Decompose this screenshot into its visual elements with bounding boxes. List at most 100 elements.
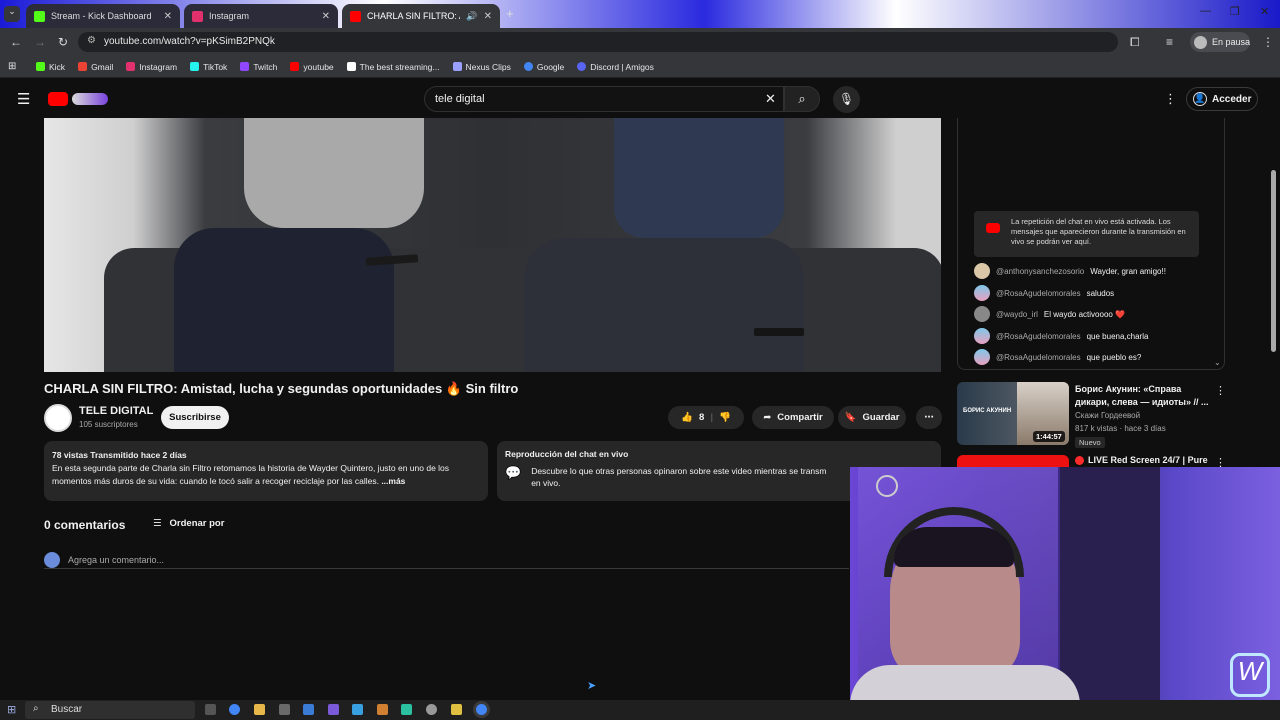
settings-dots-icon[interactable]: ⋮: [1164, 91, 1177, 107]
chat-author[interactable]: @RosaAgudelomorales: [996, 289, 1081, 298]
search-button[interactable]: ⌕: [784, 86, 820, 112]
reload-icon[interactable]: ↻: [58, 35, 68, 49]
subscribe-button[interactable]: Suscribirse: [161, 406, 229, 429]
chat-message: @RosaAgudelomorales que buena,charla: [974, 328, 1148, 344]
search-input[interactable]: tele digital ✕: [424, 86, 784, 112]
chat-author[interactable]: @RosaAgudelomorales: [996, 332, 1081, 341]
thumbs-down-icon[interactable]: 👎: [719, 412, 731, 423]
phone-on-couch-2: [754, 328, 804, 336]
clear-search-icon[interactable]: ✕: [765, 91, 776, 107]
recommendation-thumbnail[interactable]: БОРИС АКУНИН 1:44:57: [957, 382, 1069, 445]
show-more-link[interactable]: ...más: [381, 476, 405, 486]
app-icon[interactable]: [303, 704, 314, 715]
close-window-icon[interactable]: ✕: [1260, 5, 1269, 18]
chat-author[interactable]: @waydo_irl: [996, 310, 1038, 319]
kick-icon: [36, 62, 45, 71]
bookmark-gmail[interactable]: Gmail: [78, 62, 113, 72]
bookmark-instagram[interactable]: Instagram: [126, 62, 177, 72]
avatar: [974, 349, 990, 365]
video-player[interactable]: [44, 118, 941, 372]
extensions-icon[interactable]: ⧠: [1130, 35, 1140, 50]
taskbar-search-label: Buscar: [51, 704, 83, 715]
chat-author[interactable]: @RosaAgudelomorales: [996, 353, 1081, 362]
comment-input[interactable]: Agrega un comentario...: [44, 551, 849, 569]
app-icon[interactable]: [426, 704, 437, 715]
voice-search-button[interactable]: 🎙: [833, 86, 860, 113]
page-scrollbar[interactable]: [1271, 170, 1276, 352]
back-icon[interactable]: ←: [10, 35, 22, 49]
forward-icon[interactable]: →: [34, 35, 46, 49]
sort-button[interactable]: ☰ Ordenar por: [153, 518, 224, 529]
media-control-icon[interactable]: ≡: [1166, 35, 1173, 49]
menu-icon[interactable]: ⋮: [1262, 35, 1274, 49]
scroll-down-icon[interactable]: ⌄: [1214, 358, 1221, 367]
app-icon[interactable]: [377, 704, 388, 715]
app-icon[interactable]: [451, 704, 462, 715]
tab-youtube-video[interactable]: CHARLA SIN FILTRO: Amist 🔊 ✕: [342, 4, 500, 28]
mouse-cursor: ➤: [587, 680, 597, 692]
discord-icon: [577, 62, 587, 71]
user-avatar: [44, 551, 60, 568]
instagram-icon: [192, 10, 203, 22]
share-button[interactable]: ➦ Compartir: [752, 406, 834, 429]
bookmark-label: TikTok: [203, 61, 228, 72]
close-tab-icon[interactable]: ✕: [164, 11, 172, 22]
save-button[interactable]: 🔖 Guardar: [838, 406, 906, 429]
taskbar-search[interactable]: ⌕ Buscar: [25, 701, 195, 719]
view-meta: 78 vistas Transmitido hace 2 días: [52, 450, 187, 460]
recommendation-channel[interactable]: Скажи Гордеевой: [1075, 411, 1140, 420]
recommendation-title[interactable]: LIVE Red Screen 24/7 | Pure: [1075, 455, 1208, 465]
streaming-icon: [346, 62, 356, 71]
new-tab-button[interactable]: +: [506, 6, 514, 21]
chrome-active-icon[interactable]: [476, 704, 487, 715]
more-actions-button[interactable]: ⋯: [916, 406, 942, 429]
apps-icon[interactable]: ⊞: [8, 61, 16, 72]
channel-name[interactable]: TELE DIGITAL: [79, 405, 153, 417]
youtube-icon: [350, 10, 361, 22]
avatar: [974, 328, 990, 344]
chat-bubble-icon: 💬: [505, 465, 522, 480]
webcam-door: [1060, 467, 1160, 715]
bookmark-twitch[interactable]: Twitch: [240, 62, 277, 72]
like-button[interactable]: 👍 8: [681, 412, 704, 423]
windows-start-icon[interactable]: ⊞: [7, 703, 16, 716]
tab-kick-dashboard[interactable]: Stream - Kick Dashboard ✕: [26, 4, 180, 28]
recommendation-menu-icon[interactable]: ⋮: [1215, 384, 1226, 397]
folder-icon[interactable]: [254, 704, 265, 715]
tab-search-icon[interactable]: ⌄: [4, 6, 20, 22]
app-icon[interactable]: [352, 704, 363, 715]
chrome-icon[interactable]: [229, 704, 240, 715]
bookmark-google[interactable]: Google: [523, 61, 565, 72]
address-bar[interactable]: ⚙ youtube.com/watch?v=pKSimB2PNQk: [78, 32, 1118, 52]
profile-button[interactable]: En pausa: [1190, 32, 1250, 52]
app-icon[interactable]: [328, 704, 339, 715]
audio-icon[interactable]: 🔊: [466, 11, 477, 22]
app-icon[interactable]: [279, 704, 290, 715]
bookmark-youtube[interactable]: youtube: [290, 62, 334, 72]
recommendation-title[interactable]: Борис Акунин: «Справа дикари, слева — ид…: [1075, 383, 1213, 409]
bookmark-label: Google: [536, 61, 565, 72]
bookmark-nexus-clips[interactable]: Nexus Clips: [452, 62, 511, 72]
minimize-icon[interactable]: —: [1200, 5, 1211, 17]
tab-instagram[interactable]: Instagram ✕: [184, 4, 338, 28]
description-box[interactable]: 78 vistas Transmitido hace 2 días En est…: [44, 441, 488, 501]
close-tab-icon[interactable]: ✕: [322, 11, 330, 22]
bookmark-kick[interactable]: Kick: [36, 62, 65, 72]
bookmark-discord[interactable]: Discord | Amigos: [577, 62, 654, 72]
instagram-icon: [126, 62, 136, 71]
chat-author[interactable]: @anthonysanchezosorio: [996, 267, 1084, 276]
bookmark-tiktok[interactable]: TikTok: [190, 62, 227, 72]
google-icon: [523, 62, 533, 71]
app-icon[interactable]: [205, 704, 216, 715]
channel-avatar[interactable]: [44, 404, 72, 432]
hamburger-menu-icon[interactable]: ☰: [17, 90, 30, 108]
site-info-icon[interactable]: ⚙: [87, 35, 96, 46]
like-dislike-group: 👍 8 | 👎: [668, 406, 744, 429]
app-icon[interactable]: [401, 704, 412, 715]
person-left-pants: [174, 228, 394, 372]
sign-in-button[interactable]: 👤 Acceder: [1186, 87, 1258, 111]
bookmark-streaming[interactable]: The best streaming...: [346, 62, 440, 72]
restore-icon[interactable]: ❐: [1230, 5, 1240, 18]
close-tab-icon[interactable]: ✕: [484, 11, 492, 22]
youtube-logo[interactable]: [48, 91, 108, 109]
